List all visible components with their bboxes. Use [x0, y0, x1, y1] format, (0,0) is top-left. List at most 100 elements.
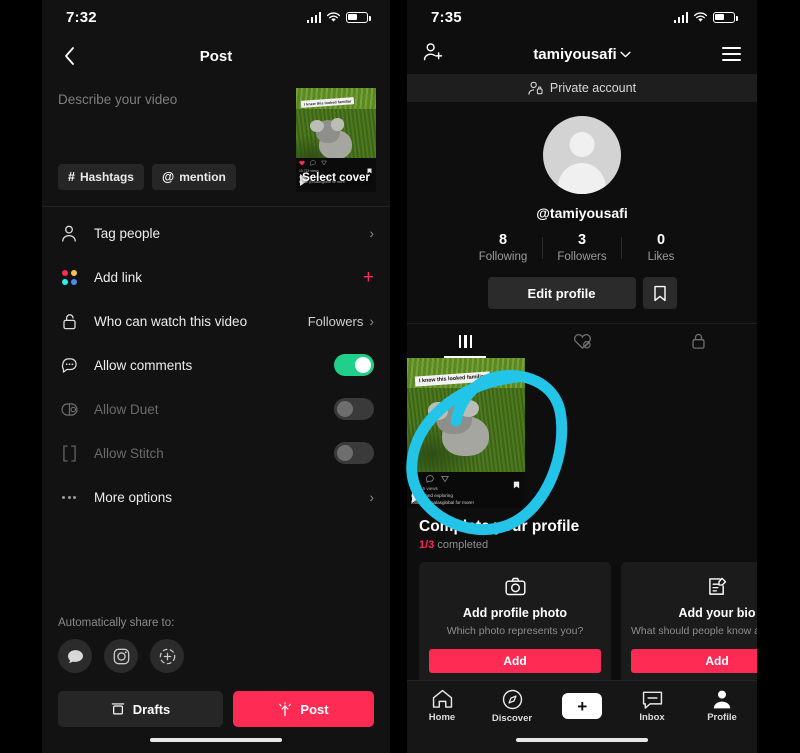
plus-icon[interactable]: + — [363, 268, 374, 287]
profile-username-dropdown[interactable]: tamiyousafi — [533, 45, 631, 63]
status-icons — [673, 11, 738, 23]
add-person-icon[interactable] — [423, 42, 444, 66]
option-control[interactable] — [334, 398, 374, 420]
option-row-more-options[interactable]: More options › — [42, 475, 390, 519]
nav-item-inbox[interactable]: Inbox — [621, 690, 683, 723]
cover-overlay-icons — [299, 160, 327, 166]
comment-icon — [310, 160, 316, 166]
share-icon — [321, 160, 327, 166]
stat-label: Followers — [557, 251, 607, 263]
card-add-button[interactable]: Add — [631, 649, 757, 673]
option-row-who-can-watch[interactable]: Who can watch this video Followers › — [42, 299, 390, 343]
avatar[interactable] — [543, 116, 621, 194]
left-phone-panel: 7:32 Post Describe your video # Hashtags — [42, 0, 390, 753]
tab-liked[interactable] — [524, 324, 641, 358]
allow-stitch-toggle[interactable] — [334, 442, 374, 464]
heart-icon — [411, 476, 419, 483]
profile-handle: @tamiyousafi — [536, 205, 628, 221]
option-row-allow-stitch[interactable]: Allow Stitch — [42, 431, 390, 475]
share-icon — [441, 475, 449, 483]
edit-note-icon — [631, 574, 757, 598]
auto-share-label: Automatically share to: — [58, 617, 175, 629]
stat-label: Likes — [647, 251, 675, 263]
lock-open-icon — [58, 310, 80, 332]
nav-item-profile[interactable]: Profile — [691, 689, 753, 723]
option-row-allow-comments[interactable]: Allow comments — [42, 343, 390, 387]
card-title: Add your bio — [678, 606, 756, 620]
option-control[interactable] — [334, 354, 374, 376]
option-control[interactable]: + — [363, 268, 374, 287]
card-add-button[interactable]: Add — [429, 649, 601, 673]
profile-body: @tamiyousafi 8 Following 3 Followers 0 L… — [407, 102, 757, 309]
signal-bars-icon — [673, 12, 688, 23]
chevron-right-icon: › — [369, 225, 374, 241]
post-actions: Drafts Post — [58, 691, 374, 727]
nav-item-home[interactable]: Home — [411, 689, 473, 723]
duet-icon — [58, 398, 80, 420]
status-time: 7:35 — [431, 8, 462, 26]
at-icon: @ — [161, 170, 175, 184]
message-bubble-icon[interactable] — [58, 639, 92, 673]
status-time: 7:32 — [66, 8, 97, 26]
option-row-tag-people[interactable]: Tag people › — [42, 211, 390, 255]
select-cover-thumbnail[interactable]: I knew this looked familiar 19,715 views… — [296, 88, 376, 192]
card-title: Add profile photo — [462, 606, 568, 620]
card-add-profile-photo[interactable]: Add profile photo Which photo represents… — [419, 562, 611, 684]
chevron-down-icon — [620, 51, 631, 57]
home-indicator — [407, 727, 757, 753]
instagram-icon[interactable] — [104, 639, 138, 673]
progress-label: completed — [437, 539, 489, 551]
allow-duet-toggle[interactable] — [334, 398, 374, 420]
stat-following[interactable]: 8 Following — [464, 232, 542, 263]
instagram-story-icon[interactable] — [150, 639, 184, 673]
complete-profile-progress: 1/3 completed — [419, 539, 745, 551]
profile-icon — [713, 690, 731, 709]
stat-value: 3 — [577, 232, 587, 248]
mention-chip[interactable]: @ mention — [151, 164, 236, 190]
tab-videos[interactable] — [407, 324, 524, 358]
tab-private[interactable] — [640, 324, 757, 358]
complete-profile-section: Complete your profile 1/3 completed Add … — [407, 508, 757, 684]
koala-image — [310, 118, 358, 159]
hamburger-icon[interactable] — [722, 47, 741, 61]
post-sparkle-icon — [279, 701, 292, 716]
video-thumbnail[interactable]: I knew this looked familiar 19,715 views… — [407, 358, 525, 508]
stat-likes[interactable]: 0 Likes — [622, 232, 700, 263]
right-status-bar: 7:35 — [407, 0, 757, 34]
option-row-add-link[interactable]: Add link + — [42, 255, 390, 299]
mention-chip-label: mention — [179, 170, 226, 184]
complete-profile-cards: Add profile photo Which photo represents… — [419, 562, 757, 684]
battery-icon — [713, 11, 738, 23]
video-grid: I knew this looked familiar 19,715 views… — [407, 358, 757, 508]
page-title: Post — [199, 47, 233, 65]
share-targets — [58, 639, 374, 673]
option-control[interactable] — [334, 442, 374, 464]
hashtags-chip[interactable]: # Hashtags — [58, 164, 144, 190]
comment-icon — [58, 354, 80, 376]
plus-icon[interactable]: + — [558, 693, 606, 719]
compose-chips: # Hashtags @ mention — [58, 164, 236, 190]
post-label: Post — [300, 701, 329, 717]
option-label: Allow Duet — [94, 401, 159, 417]
profile-username: tamiyousafi — [533, 45, 617, 63]
option-control: › — [369, 226, 374, 240]
bookmark-button[interactable] — [642, 277, 677, 309]
stat-value: 0 — [656, 232, 666, 248]
drafts-button[interactable]: Drafts — [58, 691, 223, 727]
post-button[interactable]: Post — [233, 691, 374, 727]
back-button[interactable] — [56, 43, 82, 69]
video-overlay: 19,715 views nature and exploring follow… — [407, 472, 525, 508]
card-add-your-bio[interactable]: Add your bio What should people know abo… — [621, 562, 757, 684]
grid-icon — [458, 334, 473, 348]
option-row-allow-duet[interactable]: Allow Duet — [42, 387, 390, 431]
nav-item-discover[interactable]: Discover — [481, 689, 543, 724]
nav-label: Discover — [491, 712, 533, 724]
lock-icon — [692, 333, 705, 349]
compass-icon — [502, 689, 522, 709]
allow-comments-toggle[interactable] — [334, 354, 374, 376]
edit-profile-button[interactable]: Edit profile — [487, 277, 636, 309]
who-can-watch-value: Followers — [307, 313, 364, 329]
stat-followers[interactable]: 3 Followers — [543, 232, 621, 263]
bookmark-icon — [653, 285, 666, 301]
nav-item-create[interactable]: + — [551, 693, 613, 719]
